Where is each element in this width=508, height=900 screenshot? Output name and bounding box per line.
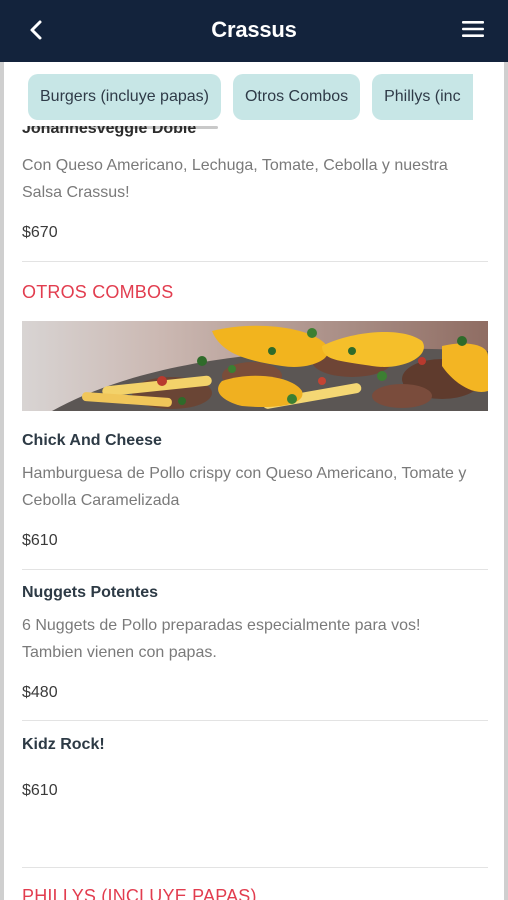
hamburger-menu-icon xyxy=(462,21,484,37)
fries-image-illustration xyxy=(22,321,488,411)
item-name-partial: Johannesveggie Doble xyxy=(22,126,197,137)
app-bar: Crassus xyxy=(0,0,508,62)
category-chip-phillys[interactable]: Phillys (inc xyxy=(372,74,473,120)
section-title: PHILLYS (INCLUYE PAPAS) xyxy=(22,886,257,900)
divider xyxy=(22,867,488,868)
next-section-title-clip: PHILLYS (INCLUYE PAPAS) xyxy=(22,886,488,900)
item-price: $480 xyxy=(22,684,58,701)
divider xyxy=(22,261,488,262)
item-price: $610 xyxy=(22,532,58,549)
item-name[interactable]: Nuggets Potentes xyxy=(22,584,158,602)
menu-button[interactable] xyxy=(460,17,486,41)
section-image xyxy=(22,321,488,411)
chips-edge xyxy=(484,62,504,134)
page-title: Crassus xyxy=(211,17,297,42)
item-description: 6 Nuggets de Pollo preparadas especialme… xyxy=(22,617,421,661)
frame-border-right xyxy=(504,62,508,900)
section-title: OTROS COMBOS xyxy=(22,282,174,302)
category-chip-burgers[interactable]: Burgers (incluye papas) xyxy=(28,74,221,120)
item-description: Hamburguesa de Pollo crispy con Queso Am… xyxy=(22,465,467,509)
category-chip-otros-combos[interactable]: Otros Combos xyxy=(232,74,361,120)
item-description: Con Queso Americano, Lechuga, Tomate, Ce… xyxy=(22,157,448,201)
item-price: $610 xyxy=(22,782,58,799)
item-price: $670 xyxy=(22,224,58,241)
divider xyxy=(22,569,488,570)
category-tabs: Burgers (incluye papas) Otros Combos Phi… xyxy=(4,62,504,134)
item-name[interactable]: Chick And Cheese xyxy=(22,432,162,450)
frame-border-left xyxy=(0,62,4,900)
item-name[interactable]: Kidz Rock! xyxy=(22,736,105,754)
divider xyxy=(22,720,488,721)
